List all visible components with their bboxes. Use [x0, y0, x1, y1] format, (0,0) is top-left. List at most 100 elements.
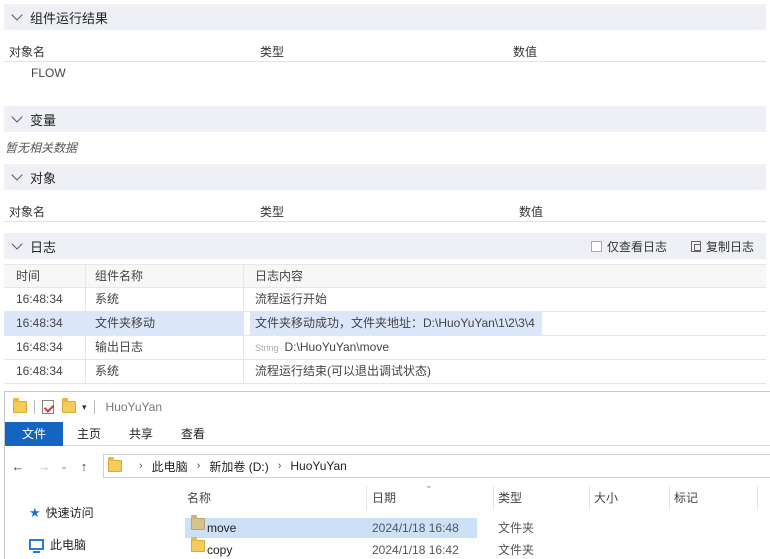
string-type-tag: String — [255, 343, 279, 353]
log-content: 文件夹移动成功，文件夹地址：D:\HuoYuYan\1\2\3\4 — [250, 312, 542, 335]
tab-share[interactable]: 共享 — [115, 422, 167, 446]
chevron-down-icon[interactable] — [11, 238, 23, 250]
log-component: 系统 — [86, 288, 244, 311]
ribbon-tabs: 文件 主页 共享 查看 — [5, 422, 770, 446]
column-date[interactable]: 日期 — [368, 486, 494, 510]
column-type[interactable]: 类型 — [494, 486, 590, 510]
chevron-right-icon[interactable]: › — [139, 460, 143, 472]
file-list: ⌄ 名称 日期 类型 大小 标记 move 2024/1/18 16:48 文件… — [183, 480, 770, 559]
chevron-down-icon[interactable] — [11, 169, 23, 181]
log-table: 时间 组件名称 日志内容 16:48:34 系统 流程运行开始 16:48:34… — [4, 264, 766, 384]
divider — [34, 400, 35, 414]
log-row[interactable]: 16:48:34 系统 流程运行开始 — [4, 288, 766, 312]
column-component: 组件名称 — [86, 265, 244, 288]
log-time: 16:48:34 — [4, 336, 86, 359]
only-view-log-toggle[interactable]: 仅查看日志 — [590, 238, 667, 255]
computer-icon — [29, 539, 44, 553]
log-content: D:\HuoYuYan\move — [284, 340, 390, 354]
variables-empty-text: 暂无相关数据 — [5, 141, 78, 155]
column-type: 类型 — [260, 205, 285, 219]
column-name[interactable]: 名称 — [183, 486, 367, 510]
breadcrumb-drive-d[interactable]: 新加卷 (D:) — [209, 458, 268, 475]
only-view-log-label: 仅查看日志 — [606, 239, 667, 254]
tab-view[interactable]: 查看 — [167, 422, 219, 446]
log-time: 16:48:34 — [4, 360, 86, 383]
objects-section-header[interactable]: 对象 — [4, 164, 766, 190]
star-icon: ★ — [29, 504, 41, 520]
log-content-cell: String D:\HuoYuYan\move — [244, 336, 766, 359]
log-row-selected[interactable]: 16:48:34 文件夹移动 文件夹移动成功，文件夹地址：D:\HuoYuYan… — [4, 312, 766, 336]
column-type: 类型 — [260, 45, 285, 59]
file-date: 2024/1/18 16:48 — [372, 521, 459, 535]
log-row[interactable]: 16:48:34 输出日志 String D:\HuoYuYan\move — [4, 336, 766, 360]
copy-icon — [690, 240, 701, 252]
log-time: 16:48:34 — [4, 288, 86, 311]
nav-quick-access-label: 快速访问 — [45, 506, 94, 520]
tab-file[interactable]: 文件 — [5, 422, 63, 446]
result-section-header[interactable]: 组件运行结果 — [4, 4, 766, 30]
log-content: 流程运行结束(可以退出调试状态) — [255, 364, 431, 378]
nav-this-pc-label: 此电脑 — [50, 538, 87, 552]
address-bar-row: ← → ⌄ ↑ › 此电脑 › 新加卷 (D:) › HuoYuYan — [5, 452, 770, 480]
column-value: 数值 — [519, 205, 544, 219]
breadcrumb-huoyuyan[interactable]: HuoYuYan — [290, 459, 347, 473]
file-date: 2024/1/18 16:42 — [372, 543, 459, 557]
file-row-selected[interactable]: move 2024/1/18 16:48 文件夹 — [183, 515, 770, 538]
log-content: 流程运行开始 — [255, 292, 328, 306]
new-folder-icon[interactable] — [62, 398, 76, 413]
copy-log-button[interactable]: 复制日志 — [690, 238, 754, 255]
recent-locations-icon[interactable]: ⌄ — [57, 461, 71, 472]
checkbox-icon[interactable] — [590, 240, 602, 252]
window-title: HuoYuYan — [105, 400, 163, 414]
nav-this-pc[interactable]: 此电脑 — [29, 536, 86, 553]
chevron-right-icon[interactable]: › — [197, 460, 201, 472]
properties-icon[interactable] — [42, 400, 54, 414]
objects-section-title: 对象 — [30, 170, 57, 186]
log-section-header[interactable]: 日志 仅查看日志 复制日志 — [4, 233, 766, 259]
column-object-name: 对象名 — [9, 205, 46, 219]
divider — [93, 400, 95, 414]
file-name: move — [207, 521, 237, 535]
log-content-cell: 文件夹移动成功，文件夹地址：D:\HuoYuYan\1\2\3\4 — [244, 312, 766, 335]
breadcrumb-this-pc[interactable]: 此电脑 — [152, 458, 188, 475]
log-section-title: 日志 — [30, 239, 57, 255]
chevron-right-icon[interactable]: › — [278, 460, 282, 472]
back-arrow-icon[interactable]: ← — [5, 459, 31, 474]
folder-icon — [191, 515, 205, 530]
file-type: 文件夹 — [498, 521, 535, 535]
log-actions: 仅查看日志 复制日志 — [590, 233, 754, 259]
objects-column-header: 对象名 类型 数值 — [4, 198, 766, 222]
folder-icon — [191, 537, 205, 552]
folder-icon — [108, 457, 122, 472]
log-time: 16:48:34 — [4, 312, 86, 335]
result-section-title: 组件运行结果 — [30, 10, 109, 26]
log-table-header: 时间 组件名称 日志内容 — [4, 264, 766, 288]
customize-toolbar-dropdown-icon[interactable]: ▾ — [82, 402, 87, 413]
up-arrow-icon[interactable]: ↑ — [71, 459, 97, 474]
variables-section-header[interactable]: 变量 — [4, 106, 766, 132]
chevron-down-icon[interactable] — [11, 9, 23, 21]
navigation-pane: ★ 快速访问 此电脑 — [5, 486, 173, 559]
file-type: 文件夹 — [498, 543, 535, 557]
column-value: 数值 — [513, 45, 538, 59]
copy-log-label: 复制日志 — [705, 239, 754, 254]
address-bar[interactable]: › 此电脑 › 新加卷 (D:) › HuoYuYan — [103, 454, 770, 478]
log-row[interactable]: 16:48:34 系统 流程运行结束(可以退出调试状态) — [4, 360, 766, 384]
file-explorer-window: ▾ HuoYuYan 文件 主页 共享 查看 ← → ⌄ ↑ › 此电脑 › 新… — [4, 391, 770, 559]
tab-home[interactable]: 主页 — [63, 422, 115, 446]
log-component: 输出日志 — [86, 336, 244, 359]
column-time: 时间 — [4, 265, 86, 288]
file-name: copy — [207, 543, 233, 557]
forward-arrow-icon[interactable]: → — [31, 459, 57, 474]
folder-icon — [13, 398, 27, 413]
nav-quick-access[interactable]: ★ 快速访问 — [29, 504, 94, 521]
chevron-down-icon[interactable] — [11, 111, 23, 123]
column-size[interactable]: 大小 — [590, 486, 670, 510]
log-component: 文件夹移动 — [86, 312, 244, 335]
column-object-name: 对象名 — [9, 45, 46, 59]
result-row-name[interactable]: FLOW — [31, 66, 66, 80]
column-tags[interactable]: 标记 — [670, 486, 758, 510]
result-column-header: 对象名 类型 数值 — [4, 38, 766, 62]
file-row[interactable]: copy 2024/1/18 16:42 文件夹 — [183, 537, 770, 559]
log-component: 系统 — [86, 360, 244, 383]
